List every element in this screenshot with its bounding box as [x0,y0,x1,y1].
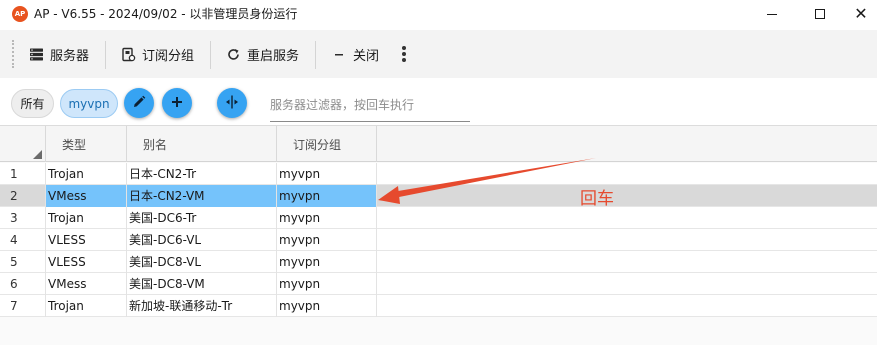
cell-group: myvpn [277,163,377,185]
cell-type: VLESS [46,229,127,251]
subscription-icon [120,46,136,62]
app-logo-icon: AP [12,6,28,22]
toolbar-close-button[interactable]: 关闭 [331,41,379,67]
minus-icon [331,46,347,62]
cell-type: VMess [46,185,127,207]
corner-triangle-icon [33,150,42,159]
column-header-group[interactable]: 订阅分组 [277,126,377,162]
cell-alias: 美国-DC8-VL [127,251,277,273]
split-button[interactable] [217,88,247,118]
toolbar-grip[interactable] [12,40,14,68]
cell-type: VMess [46,273,127,295]
toolbar-separator [315,41,316,69]
toolbar-separator [105,41,106,69]
toolbar-restart-button[interactable]: 重启服务 [225,41,299,67]
toolbar-servers-label: 服务器 [50,48,90,64]
row-number: 6 [0,273,46,295]
select-all-corner[interactable] [0,126,46,162]
toolbar-restart-label: 重启服务 [247,48,300,64]
toolbar-servers-button[interactable]: 服务器 [28,41,89,67]
maximize-button[interactable] [797,0,843,28]
row-number: 4 [0,229,46,251]
toolbar-close-label: 关闭 [353,48,380,64]
cell-group: myvpn [277,229,377,251]
toolbar: 服务器 订阅分组 重启服务 关闭 [0,30,877,78]
column-header-type[interactable]: 类型 [46,126,127,162]
cell-type: Trojan [46,163,127,185]
toolbar-separator [210,41,211,69]
table-row[interactable]: 1 Trojan 日本-CN2-Tr myvpn [0,163,877,185]
cell-alias: 日本-CN2-VM [127,185,277,207]
table-header: 类型 别名 订阅分组 [0,126,877,162]
server-filter-input[interactable] [270,89,470,122]
toolbar-subscription-label: 订阅分组 [142,48,195,64]
refresh-icon [225,46,241,62]
cell-group: myvpn [277,251,377,273]
add-button[interactable] [162,88,192,118]
column-header-alias[interactable]: 别名 [127,126,277,162]
cell-type: VLESS [46,251,127,273]
split-icon [225,95,239,112]
table-row[interactable]: 5 VLESS 美国-DC8-VL myvpn [0,251,877,273]
cell-alias: 美国-DC6-VL [127,229,277,251]
more-vertical-icon[interactable] [398,44,410,64]
annotation-label: 回车 [580,189,614,209]
row-number: 2 [0,185,46,207]
table-row[interactable]: 4 VLESS 美国-DC6-VL myvpn [0,229,877,251]
maximize-icon [815,9,825,19]
server-icon [28,46,44,62]
edit-icon [132,95,146,112]
close-window-button[interactable]: ✕ [838,0,877,28]
row-number: 3 [0,207,46,229]
cell-group: myvpn [277,185,377,207]
chip-all[interactable]: 所有 [11,89,54,118]
cell-group: myvpn [277,207,377,229]
title-bar: AP AP - V6.55 - 2024/09/02 - 以非管理员身份运行 ✕ [0,0,877,28]
close-icon: ✕ [854,4,868,23]
minimize-button[interactable] [749,0,795,28]
window-title: AP - V6.55 - 2024/09/02 - 以非管理员身份运行 [34,7,298,21]
cell-alias: 日本-CN2-Tr [127,163,277,185]
cell-alias: 新加坡-联通移动-Tr [127,295,277,317]
table-row-selected[interactable]: 2 VMess 日本-CN2-VM myvpn [0,185,877,207]
minimize-icon [767,13,777,15]
server-table: 类型 别名 订阅分组 1 Trojan 日本-CN2-Tr myvpn 2 VM… [0,125,877,345]
table-row[interactable]: 6 VMess 美国-DC8-VM myvpn [0,273,877,295]
cell-alias: 美国-DC6-Tr [127,207,277,229]
row-number: 1 [0,163,46,185]
table-row[interactable]: 7 Trojan 新加坡-联通移动-Tr myvpn [0,295,877,317]
cell-type: Trojan [46,295,127,317]
cell-group: myvpn [277,295,377,317]
cell-alias: 美国-DC8-VM [127,273,277,295]
edit-button[interactable] [124,88,154,118]
row-number: 7 [0,295,46,317]
add-icon [171,96,183,111]
table-row[interactable]: 3 Trojan 美国-DC6-Tr myvpn [0,207,877,229]
chip-myvpn[interactable]: myvpn [60,89,118,118]
toolbar-subscription-button[interactable]: 订阅分组 [120,41,194,67]
row-number: 5 [0,251,46,273]
cell-group: myvpn [277,273,377,295]
cell-type: Trojan [46,207,127,229]
